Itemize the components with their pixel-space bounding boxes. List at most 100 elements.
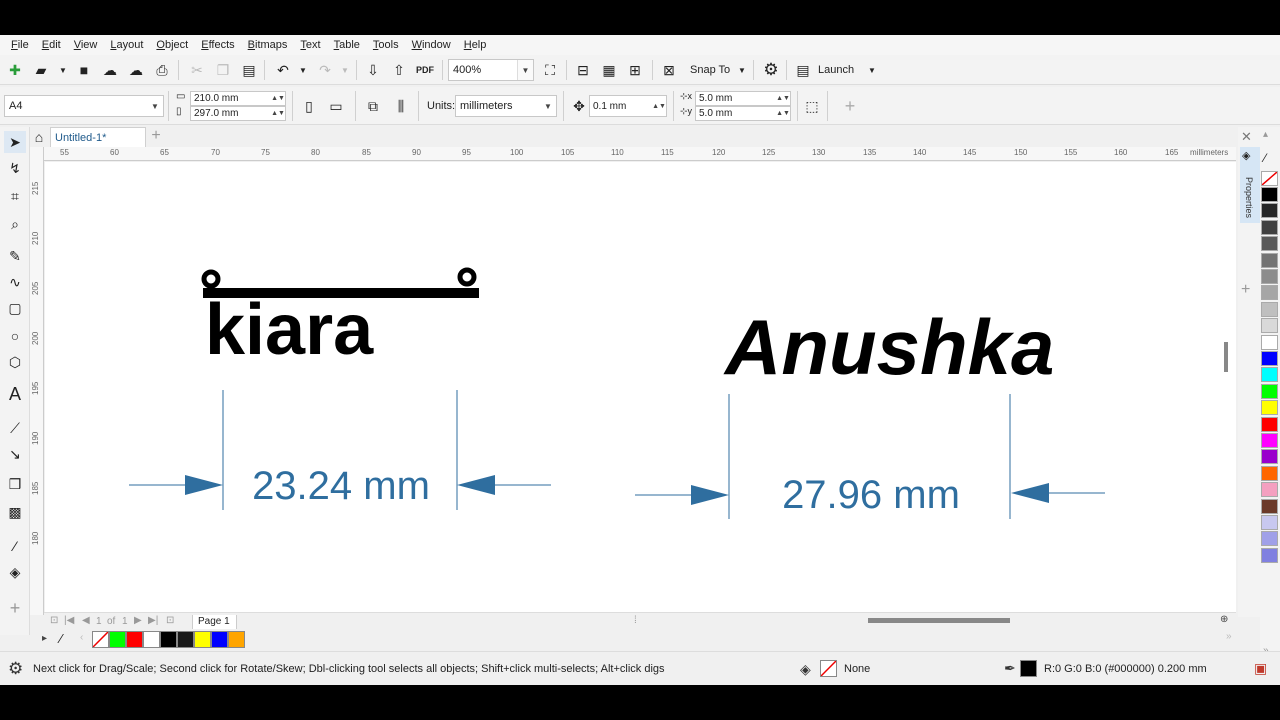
color-swatch[interactable] xyxy=(1261,187,1278,202)
launch-chevron-icon[interactable]: ▼ xyxy=(861,59,883,81)
color-swatch[interactable] xyxy=(1261,383,1278,399)
color-swatch[interactable] xyxy=(1261,351,1278,366)
no-color-swatch[interactable] xyxy=(92,631,109,648)
color-swatch[interactable] xyxy=(1261,400,1278,416)
no-color-swatch[interactable] xyxy=(1261,171,1278,186)
open-dropdown-icon[interactable]: ▼ xyxy=(52,59,74,81)
next-page-icon[interactable]: ▶ xyxy=(134,615,142,626)
close-docker-icon[interactable]: ✕ xyxy=(1241,129,1252,145)
previous-page-icon[interactable]: ◀ xyxy=(82,615,90,626)
menu-layout[interactable]: Layout xyxy=(110,39,143,51)
new-document-icon[interactable]: ✚ xyxy=(4,59,26,81)
menu-file[interactable]: File xyxy=(11,39,29,51)
nudge-distance-field[interactable]: 0.1 mm ▲▼ xyxy=(589,95,667,117)
redo-dropdown-icon[interactable]: ▼ xyxy=(334,59,356,81)
full-screen-preview-icon[interactable]: ⛶ xyxy=(539,59,561,81)
landscape-icon[interactable]: ▭ xyxy=(325,95,347,117)
crop-tool-icon[interactable]: ⌗ xyxy=(4,185,26,207)
page-tab[interactable]: Page 1 xyxy=(192,615,237,630)
launch-dropdown[interactable]: Launch xyxy=(818,64,854,76)
page-height-field[interactable]: 297.0 mm ▲▼ xyxy=(190,106,286,121)
text-tool-icon[interactable]: A xyxy=(4,383,26,405)
snap-to-dropdown[interactable]: Snap To xyxy=(690,64,730,76)
polygon-tool-icon[interactable]: ⬡ xyxy=(4,351,26,373)
launch-app-icon[interactable]: ▤ xyxy=(792,59,814,81)
zoom-tool-icon[interactable]: ⌕ xyxy=(4,213,26,235)
duplicate-x-field[interactable]: 5.0 mm ▲▼ xyxy=(695,91,791,106)
horizontal-scroll-thumb[interactable] xyxy=(868,618,1010,623)
bleed-icon[interactable]: ⬚ xyxy=(801,95,823,117)
color-swatch[interactable] xyxy=(228,631,245,648)
menu-object[interactable]: Object xyxy=(156,39,188,51)
menu-help[interactable]: Help xyxy=(464,39,487,51)
cloud-download-icon[interactable]: ☁ xyxy=(99,59,121,81)
vertical-scrollbar[interactable] xyxy=(1220,162,1236,615)
freehand-tool-icon[interactable]: ✎ xyxy=(4,245,26,267)
vertical-scroll-thumb[interactable] xyxy=(1224,342,1228,372)
units-select[interactable]: millimeters ▼ xyxy=(455,95,557,117)
color-swatch[interactable] xyxy=(1261,301,1278,317)
eyedropper-tool-icon[interactable]: ⁄ xyxy=(4,535,26,557)
color-swatch[interactable] xyxy=(1261,531,1278,547)
menu-table[interactable]: Table xyxy=(334,39,360,51)
outline-color-swatch[interactable] xyxy=(1020,660,1037,677)
undo-icon[interactable]: ↶ xyxy=(272,59,294,81)
transparency-tool-icon[interactable]: ▩ xyxy=(4,501,26,523)
page-width-field[interactable]: 210.0 mm ▲▼ xyxy=(190,91,286,106)
color-eyedropper-icon[interactable]: ⁄ xyxy=(60,631,62,646)
open-folder-icon[interactable]: ▰ xyxy=(30,59,52,81)
cut-icon[interactable]: ✂ xyxy=(186,59,208,81)
zoom-navigator-icon[interactable]: ⊕ xyxy=(1220,614,1228,625)
menu-bitmaps[interactable]: Bitmaps xyxy=(248,39,288,51)
color-swatch[interactable] xyxy=(1261,498,1278,514)
ellipse-tool-icon[interactable]: ○ xyxy=(4,325,26,347)
color-swatch[interactable] xyxy=(211,631,228,648)
drawing-canvas[interactable]: kiara Anushka 23.24 mm 27.96 mm xyxy=(45,162,1220,615)
color-swatch[interactable] xyxy=(160,631,177,648)
color-swatch[interactable] xyxy=(109,631,126,648)
pick-tool-icon[interactable]: ➤ xyxy=(4,131,26,153)
cloud-upload-icon[interactable]: ☁ xyxy=(125,59,147,81)
add-tool-plus-icon[interactable]: + xyxy=(4,597,26,619)
color-swatch[interactable] xyxy=(1261,547,1278,563)
export-icon[interactable]: ⇧ xyxy=(388,59,410,81)
color-swatch[interactable] xyxy=(1261,515,1278,530)
interactive-fill-icon[interactable]: ◈ xyxy=(4,561,26,583)
left-dimension-label[interactable]: 23.24 mm xyxy=(252,464,430,508)
color-swatch[interactable] xyxy=(1261,367,1278,383)
undo-dropdown-icon[interactable]: ▼ xyxy=(292,59,314,81)
paste-icon[interactable]: ▤ xyxy=(238,59,260,81)
home-icon[interactable]: ⌂ xyxy=(28,128,50,146)
menu-edit[interactable]: Edit xyxy=(42,39,61,51)
status-gear-icon[interactable]: ⚙ xyxy=(8,659,23,679)
duplicate-y-field[interactable]: 5.0 mm ▲▼ xyxy=(695,106,791,121)
shape-tool-icon[interactable]: ↯ xyxy=(4,157,26,179)
show-rulers-icon[interactable]: ⊟ xyxy=(572,59,594,81)
rectangle-tool-icon[interactable]: ▢ xyxy=(4,297,26,319)
splitter-grip-icon[interactable]: ⁞ xyxy=(634,615,637,626)
add-docker-plus-icon[interactable]: + xyxy=(1241,281,1250,299)
print-icon[interactable]: ⎙ xyxy=(151,59,173,81)
color-swatch[interactable] xyxy=(1261,449,1278,465)
zoom-level-select[interactable]: 400% ▼ xyxy=(448,59,534,81)
color-swatch[interactable] xyxy=(194,631,211,648)
copy-icon[interactable]: ❐ xyxy=(212,59,234,81)
menu-tools[interactable]: Tools xyxy=(373,39,399,51)
palette-eyedropper-icon[interactable]: ⁄ xyxy=(1264,151,1266,165)
color-swatch[interactable] xyxy=(1261,482,1278,498)
anushka-artwork[interactable]: Anushka xyxy=(723,303,1054,391)
drop-shadow-icon[interactable]: ❒ xyxy=(4,473,26,495)
color-swatch[interactable] xyxy=(1261,433,1278,448)
color-swatch[interactable] xyxy=(1261,236,1278,252)
import-icon[interactable]: ⇩ xyxy=(362,59,384,81)
kiara-artwork[interactable]: kiara xyxy=(205,290,374,370)
palette-expand-icon[interactable]: ▸ xyxy=(42,633,47,644)
all-pages-icon[interactable]: ⧉ xyxy=(362,95,384,117)
options-gear-icon[interactable]: ⚙ xyxy=(760,59,782,81)
color-swatch[interactable] xyxy=(1261,219,1278,235)
palette-scroll-right-icon[interactable]: » xyxy=(1226,631,1232,642)
redo-icon[interactable]: ↷ xyxy=(314,59,336,81)
first-page-icon[interactable]: ⊡ xyxy=(50,615,58,626)
horizontal-ruler[interactable]: 55 60 65 70 75 80 85 90 95 100 105 110 1… xyxy=(44,147,1236,161)
color-swatch[interactable] xyxy=(1261,334,1278,350)
